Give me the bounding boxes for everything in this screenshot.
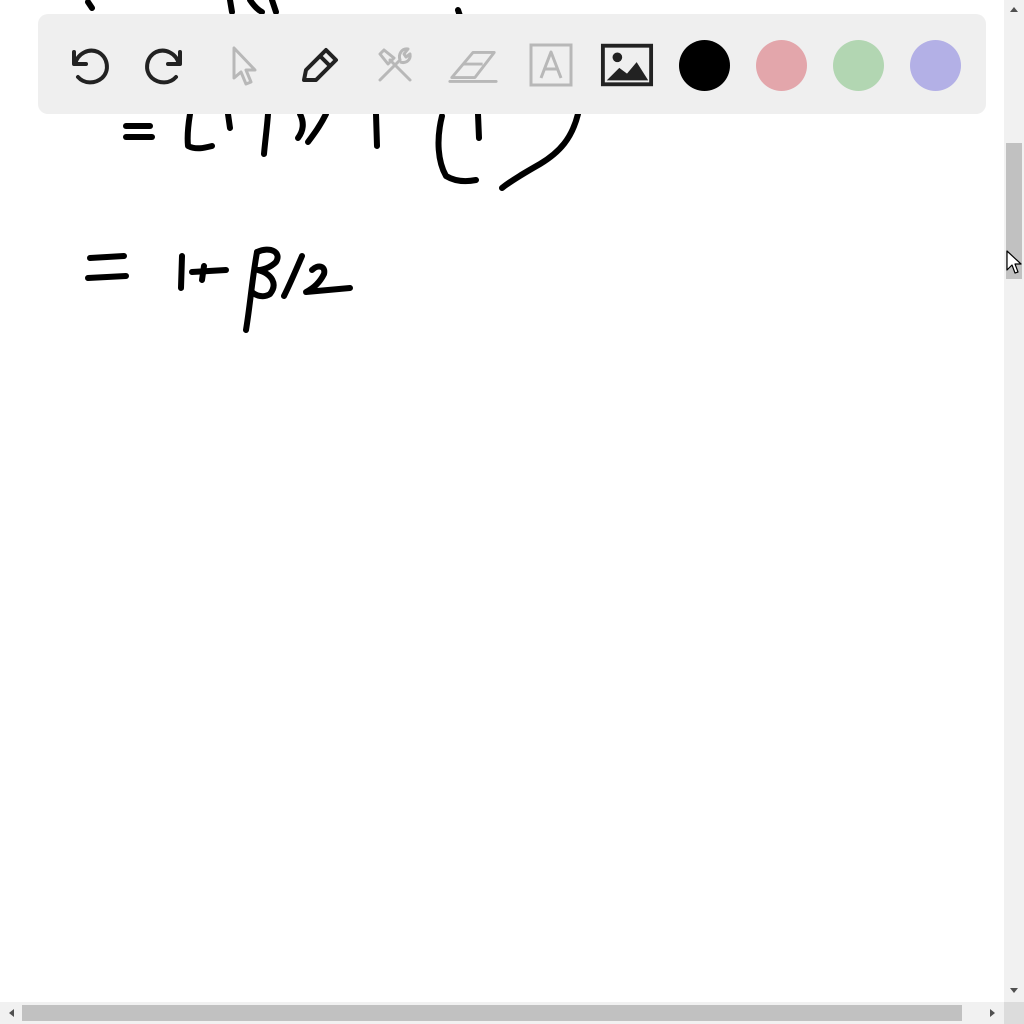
tools-icon <box>378 47 412 82</box>
ink-stroke <box>499 111 581 191</box>
ink-stroke <box>85 273 129 281</box>
ink-stroke <box>269 0 279 15</box>
ink-stroke <box>305 111 329 145</box>
ink-stroke <box>85 0 95 11</box>
undo-icon <box>72 48 109 85</box>
pen-icon <box>302 48 338 82</box>
mouse-cursor-icon <box>1006 250 1022 281</box>
ink-stroke <box>184 111 215 152</box>
undo-button[interactable] <box>62 38 116 92</box>
eraser-button[interactable] <box>446 38 500 92</box>
color-green-swatch[interactable] <box>833 40 884 91</box>
horizontal-scrollbar[interactable] <box>0 1002 1004 1024</box>
ink-stroke <box>189 267 229 275</box>
image-button[interactable] <box>600 38 654 92</box>
ink-stroke <box>178 253 185 291</box>
ink-stroke <box>87 253 127 261</box>
arrow-right-icon <box>990 1009 995 1017</box>
arrow-up-icon <box>1010 7 1018 12</box>
arrow-down-icon <box>1010 988 1018 993</box>
eraser-icon <box>448 51 498 83</box>
ink-stroke <box>373 111 380 149</box>
drawing-toolbar <box>38 14 986 114</box>
horizontal-scroll-thumb[interactable] <box>22 1005 962 1021</box>
text-button[interactable] <box>524 38 578 92</box>
scrollbar-corner <box>1004 1002 1024 1024</box>
scroll-left-arrow[interactable] <box>2 1004 20 1022</box>
ink-stroke <box>225 111 233 131</box>
text-icon <box>529 43 573 87</box>
pen-button[interactable] <box>292 38 346 92</box>
select-button[interactable] <box>216 38 270 92</box>
color-black-swatch[interactable] <box>679 40 730 91</box>
arrow-left-icon <box>9 1009 14 1017</box>
scroll-down-arrow[interactable] <box>1004 982 1024 1000</box>
tools-button[interactable] <box>368 38 422 92</box>
image-icon <box>600 43 654 87</box>
color-red-swatch[interactable] <box>756 40 807 91</box>
redo-icon <box>145 48 182 85</box>
drawing-canvas[interactable] <box>0 0 1004 1002</box>
ink-stroke <box>475 111 482 141</box>
scroll-right-arrow[interactable] <box>984 1004 1002 1022</box>
pointer-icon <box>232 46 257 86</box>
ink-stroke <box>261 111 271 157</box>
ink-stroke <box>435 113 479 185</box>
handwriting-ink <box>85 0 581 333</box>
ink-stroke <box>247 0 265 15</box>
redo-button[interactable] <box>138 38 192 92</box>
ink-stroke <box>303 263 353 295</box>
ink-stroke <box>227 0 235 15</box>
ink-stroke <box>295 111 306 141</box>
ink-stroke <box>281 253 305 299</box>
vertical-scrollbar[interactable] <box>1004 0 1024 1002</box>
color-blue-swatch[interactable] <box>910 40 961 91</box>
scroll-up-arrow[interactable] <box>1004 0 1024 18</box>
